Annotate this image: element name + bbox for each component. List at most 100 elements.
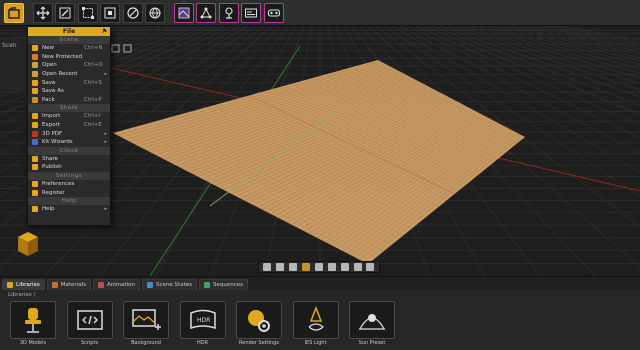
- menu-item-label: Save: [42, 79, 56, 86]
- library-item-label: HDR: [196, 340, 209, 346]
- preferences-icon: [32, 181, 38, 188]
- lamp-tool-button[interactable]: [218, 2, 239, 23]
- library-thumbnail[interactable]: [66, 301, 113, 339]
- tab-libraries[interactable]: Libraries: [2, 279, 45, 290]
- menu-item-shortcut: Ctrl+I: [84, 113, 101, 120]
- menu-item-export[interactable]: Export Ctrl+E: [28, 121, 110, 130]
- move-icon: [36, 6, 49, 19]
- network-icon: [200, 7, 212, 18]
- timeline-tool-button[interactable]: [241, 2, 261, 23]
- tab-label: Scene States: [156, 282, 192, 288]
- library-item-background[interactable]: Background: [121, 301, 171, 346]
- menu-item-3d-pdf[interactable]: 3D PDF ▸: [28, 129, 110, 138]
- menu-item-import[interactable]: Import Ctrl+I: [28, 112, 110, 121]
- save-icon: [32, 79, 38, 86]
- menu-item-publish[interactable]: Publish: [28, 163, 110, 172]
- brush-tool-button[interactable]: [122, 2, 143, 23]
- export-icon[interactable]: [366, 263, 375, 271]
- library-item-label: IES Light: [304, 340, 327, 346]
- cursor-icon[interactable]: [302, 263, 311, 271]
- snap-icon[interactable]: [340, 263, 349, 271]
- tab-sequences[interactable]: Sequences: [198, 279, 248, 290]
- menu-item-share[interactable]: Share: [28, 155, 110, 164]
- submenu-arrow-icon: ▸: [104, 130, 107, 137]
- texture-tool-button[interactable]: [173, 2, 194, 23]
- select-box-tool-button[interactable]: [77, 2, 98, 23]
- library-thumbnail[interactable]: [349, 301, 395, 339]
- vr-headset-tool-button[interactable]: [263, 2, 284, 23]
- library-thumbnail[interactable]: [292, 301, 339, 339]
- file-icon: [8, 6, 20, 19]
- menu-item-open[interactable]: Open Ctrl+O: [28, 61, 110, 70]
- menu-item-new-protected[interactable]: New Protected: [28, 53, 110, 62]
- menu-item-preferences[interactable]: Preferences: [28, 180, 110, 189]
- menu-section-help: Help: [28, 196, 110, 205]
- svg-text:HDR: HDR: [197, 317, 210, 324]
- main-toolbar: [0, 0, 640, 26]
- library-thumbnail[interactable]: [123, 301, 169, 339]
- menu-item-label: Share: [42, 155, 58, 162]
- library-item-label: 3D Models: [19, 340, 47, 346]
- library-item-ies-light[interactable]: IES Light: [291, 301, 341, 346]
- materials-tab-icon: [51, 282, 58, 288]
- submenu-arrow-icon: ▸: [104, 71, 107, 78]
- menu-item-new[interactable]: New Ctrl+N: [28, 44, 110, 53]
- hash-grid-icon[interactable]: [353, 263, 362, 271]
- library-item-3d-models[interactable]: 3D Models: [8, 301, 58, 346]
- render-settings-icon: [248, 310, 270, 332]
- wood-floor-plane[interactable]: [113, 60, 525, 264]
- menu-item-open-recent[interactable]: Open Recent ▸: [28, 70, 110, 79]
- timeline-icon: [245, 8, 257, 17]
- new-protected-icon: [32, 53, 38, 60]
- move-tool-button[interactable]: [32, 2, 53, 23]
- menu-item-label: Import: [42, 113, 61, 120]
- tab-materials[interactable]: Materials: [46, 279, 91, 290]
- register-icon: [32, 189, 38, 196]
- network-tool-button[interactable]: [196, 2, 216, 23]
- pin-icon[interactable]: [101, 28, 107, 34]
- zoom-icon[interactable]: [314, 263, 323, 271]
- menu-item-label: Pack: [42, 96, 55, 103]
- orbit-icon[interactable]: [276, 263, 285, 271]
- menu-section-cloud: Cloud: [28, 146, 110, 155]
- library-item-hdr[interactable]: HDR HDR: [178, 301, 228, 346]
- open-recent-icon: [32, 71, 38, 78]
- menu-item-register[interactable]: Register: [28, 188, 110, 197]
- tab-scene-states[interactable]: Scene States: [142, 279, 197, 290]
- library-thumbnail[interactable]: HDR: [179, 301, 226, 339]
- scene-states-tab-icon: [147, 282, 154, 288]
- pan-icon[interactable]: [289, 263, 298, 271]
- library-item-label: Background: [131, 340, 161, 346]
- menu-item-label: Save As: [42, 88, 64, 95]
- menu-item-kit-wizards[interactable]: Kit Wizards ▸: [28, 138, 110, 147]
- texture-icon: [178, 7, 189, 18]
- menu-item-help[interactable]: Help ▸: [28, 205, 110, 214]
- grid-icon[interactable]: [327, 263, 336, 271]
- tab-animation[interactable]: Animation: [92, 279, 141, 290]
- globe-tool-button[interactable]: [145, 2, 165, 23]
- publish-icon: [32, 164, 38, 171]
- library-item-sun-preset[interactable]: Sun Preset: [347, 301, 397, 346]
- menu-item-label: Help: [42, 206, 55, 213]
- pen-tool-button[interactable]: [55, 2, 75, 23]
- menu-item-save[interactable]: Save Ctrl+S: [28, 78, 110, 87]
- menu-item-save-as[interactable]: Save As: [28, 87, 110, 96]
- file-tool-button[interactable]: [4, 2, 24, 23]
- menu-item-pack[interactable]: Pack Ctrl+P: [28, 96, 110, 105]
- menu-item-label: New: [42, 45, 54, 52]
- library-thumbnail[interactable]: [236, 301, 282, 339]
- import-icon: [32, 113, 38, 120]
- 3d-pdf-icon: [32, 130, 38, 137]
- pen-icon: [59, 7, 71, 18]
- menu-item-label: New Protected: [42, 53, 83, 60]
- library-item-render-settings[interactable]: Render Settings: [234, 301, 284, 346]
- library-item-scripts[interactable]: Scripts: [65, 301, 115, 346]
- navigation-cube[interactable]: [18, 232, 38, 256]
- menu-item-label: Open: [42, 62, 57, 69]
- open-icon: [32, 62, 38, 69]
- breadcrumb[interactable]: Libraries /: [0, 290, 640, 299]
- library-thumbnail[interactable]: [10, 301, 56, 339]
- code-icon: [76, 310, 103, 330]
- pixel-tool-button[interactable]: [100, 2, 120, 23]
- view-icon[interactable]: [263, 263, 272, 271]
